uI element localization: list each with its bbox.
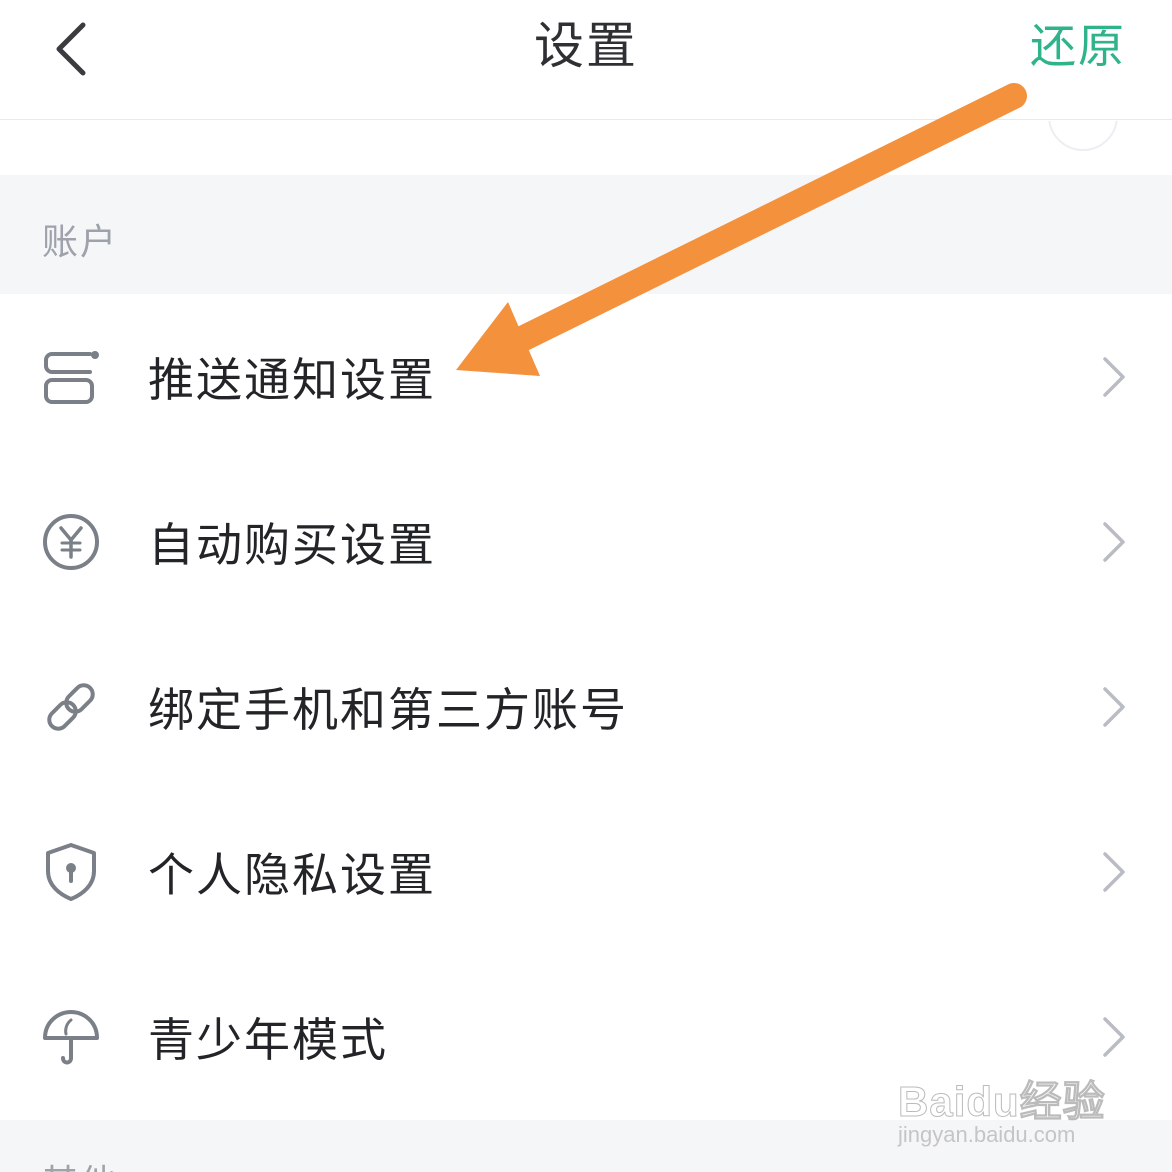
settings-item-push-notification[interactable]: 推送通知设置 (0, 294, 1172, 459)
chevron-right-icon (1096, 848, 1132, 896)
top-nav-bar: 设置 还原 (0, 0, 1172, 120)
settings-item-label: 绑定手机和第三方账号 (148, 682, 628, 737)
previous-section-remnant (0, 121, 1172, 175)
section-title: 账户 (42, 222, 119, 263)
settings-item-label: 青少年模式 (148, 1012, 388, 1067)
settings-item-teen-mode[interactable]: 青少年模式 (0, 954, 1172, 1119)
settings-list: 推送通知设置 自动购买设置 绑定手机和第三方账号 个人隐私设置 青少年模式 (0, 294, 1172, 1119)
page-title: 设置 (534, 17, 638, 75)
chevron-right-icon (1096, 353, 1132, 401)
shield-lock-icon (40, 841, 102, 903)
settings-item-privacy[interactable]: 个人隐私设置 (0, 789, 1172, 954)
settings-item-bind-accounts[interactable]: 绑定手机和第三方账号 (0, 624, 1172, 789)
settings-item-label: 推送通知设置 (148, 352, 436, 407)
settings-item-label: 自动购买设置 (148, 517, 436, 572)
yen-circle-icon (40, 511, 102, 573)
chevron-right-icon (1096, 1013, 1132, 1061)
restore-button[interactable]: 还原 (1030, 14, 1126, 78)
chevron-right-icon (1096, 518, 1132, 566)
section-header-other: 其他 (0, 1120, 1172, 1172)
settings-item-auto-purchase[interactable]: 自动购买设置 (0, 459, 1172, 624)
chevron-right-icon (1096, 683, 1132, 731)
section-title: 其他 (42, 1154, 118, 1172)
push-notification-icon (40, 346, 102, 408)
settings-item-label: 个人隐私设置 (148, 847, 436, 902)
umbrella-icon (40, 1006, 102, 1068)
toggle-remnant (1048, 121, 1118, 151)
section-header-account: 账户 (0, 175, 1172, 294)
link-chain-icon (40, 676, 102, 738)
